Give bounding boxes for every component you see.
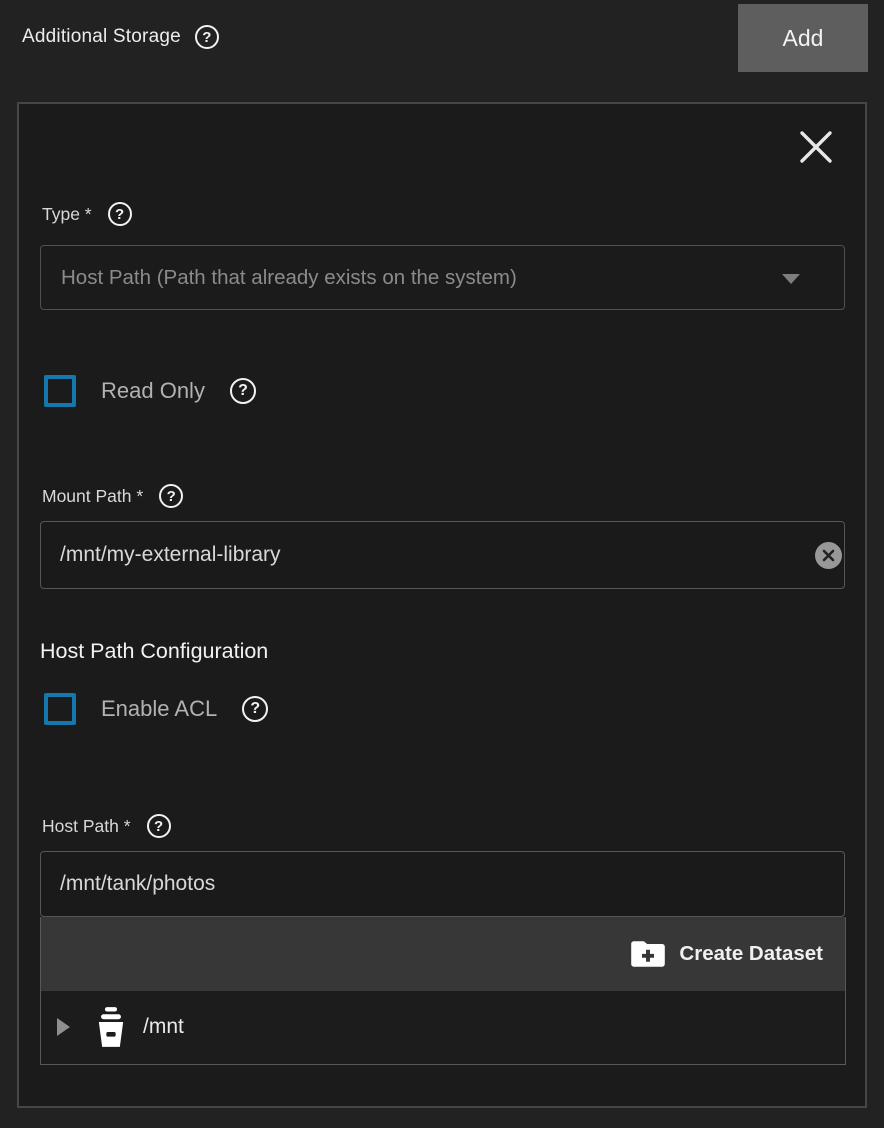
- host-path-label-row: Host Path * ?: [42, 814, 171, 838]
- tree-node-label: /mnt: [143, 1015, 184, 1039]
- file-explorer: Create Dataset /mnt: [40, 917, 846, 1065]
- enable-acl-row: Enable ACL ?: [44, 693, 268, 725]
- additional-storage-card: Type * ? Host Path (Path that already ex…: [17, 102, 867, 1108]
- help-icon[interactable]: ?: [242, 696, 268, 722]
- tree-row-mnt[interactable]: /mnt: [41, 991, 845, 1063]
- folder-plus-icon: [630, 939, 666, 969]
- help-icon[interactable]: ?: [159, 484, 183, 508]
- read-only-label: Read Only: [101, 378, 205, 404]
- page-title: Additional Storage: [22, 26, 181, 48]
- read-only-checkbox[interactable]: [44, 375, 76, 407]
- mount-path-label: Mount Path *: [42, 486, 143, 507]
- create-dataset-button[interactable]: Create Dataset: [630, 939, 823, 969]
- chevron-down-icon: [782, 274, 800, 284]
- expand-arrow-icon[interactable]: [57, 1018, 70, 1036]
- enable-acl-checkbox[interactable]: [44, 693, 76, 725]
- mount-path-label-row: Mount Path * ?: [42, 484, 183, 508]
- clear-x-icon: [821, 548, 836, 563]
- dataset-icon: [91, 1006, 131, 1048]
- explorer-toolbar: Create Dataset: [41, 917, 845, 991]
- help-icon[interactable]: ?: [147, 814, 171, 838]
- enable-acl-label: Enable ACL: [101, 696, 217, 722]
- section-heading: Host Path Configuration: [40, 639, 268, 664]
- type-label-row: Type * ?: [42, 202, 132, 226]
- help-icon[interactable]: ?: [195, 25, 219, 49]
- explorer-tree: /mnt: [41, 991, 845, 1063]
- type-select[interactable]: Host Path (Path that already exists on t…: [40, 245, 845, 310]
- host-path-input[interactable]: [40, 851, 845, 917]
- close-button[interactable]: [795, 126, 837, 168]
- add-button[interactable]: Add: [738, 4, 868, 72]
- host-path-label: Host Path *: [42, 816, 131, 837]
- clear-input-button[interactable]: [815, 542, 842, 569]
- help-icon[interactable]: ?: [108, 202, 132, 226]
- help-icon[interactable]: ?: [230, 378, 256, 404]
- create-dataset-label: Create Dataset: [679, 942, 823, 966]
- mount-path-input[interactable]: [40, 521, 845, 589]
- type-select-value: Host Path (Path that already exists on t…: [61, 266, 517, 290]
- close-icon: [797, 128, 835, 166]
- read-only-row: Read Only ?: [44, 375, 256, 407]
- type-label: Type *: [42, 204, 92, 225]
- page-header: Additional Storage ?: [22, 25, 219, 49]
